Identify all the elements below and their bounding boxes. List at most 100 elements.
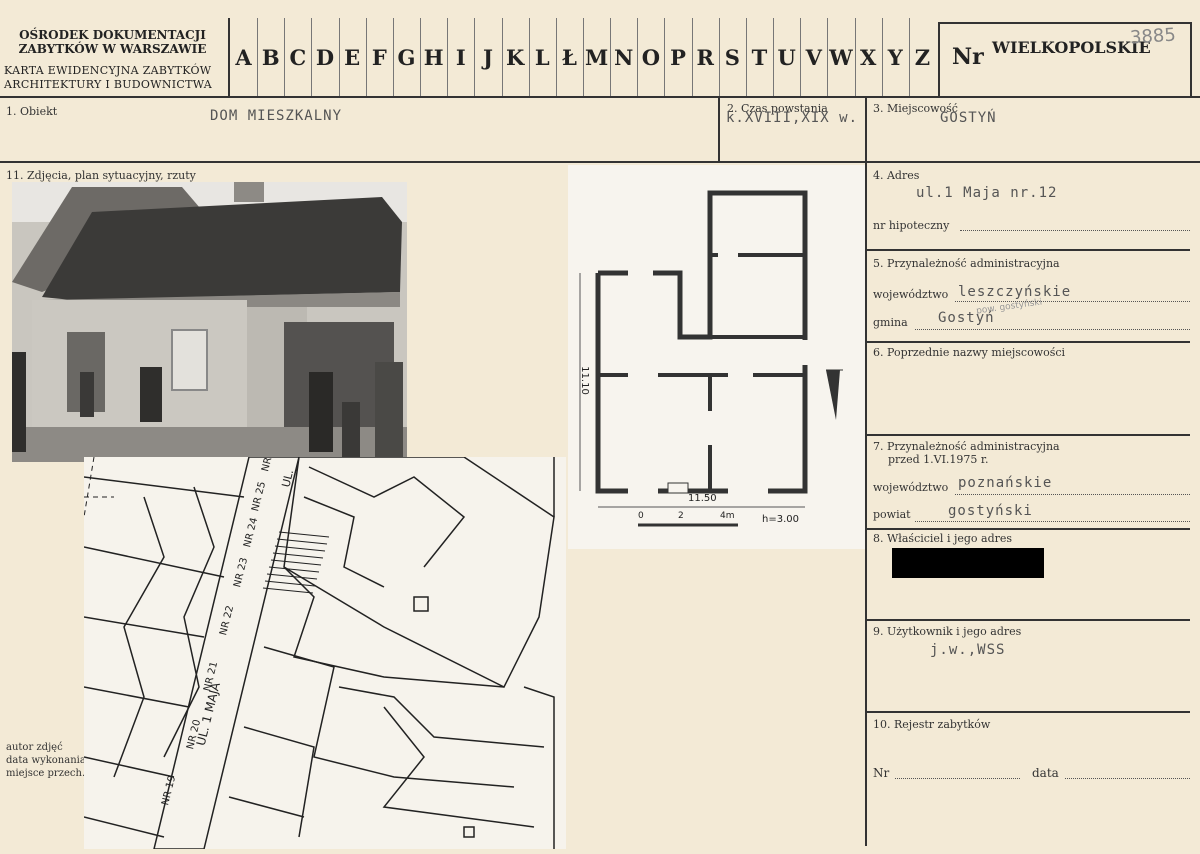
obiekt-label: 1. Obiekt: [6, 105, 58, 118]
index-letter-s: S: [724, 45, 740, 70]
index-divider: [745, 18, 747, 96]
index-letter-v: V: [805, 45, 822, 70]
index-letter-n: N: [614, 45, 634, 70]
scale-4: 4m: [720, 511, 735, 521]
index-divider: [881, 18, 883, 96]
rejestr-nr-line: [895, 778, 1020, 779]
index-letter-b: B: [261, 45, 280, 70]
gmina-label: gmina: [873, 316, 908, 329]
obiekt-value: DOM MIESZKALNY: [210, 108, 343, 124]
wojewodztwo-label: województwo: [873, 288, 949, 301]
powiat-label: powiat: [873, 508, 911, 521]
gmina-value: Gostyń: [938, 310, 995, 326]
wojewodztwo2-line: [955, 494, 1190, 495]
org-line1: OŚRODEK DOKUMENTACJI: [19, 28, 206, 42]
index-divider: [311, 18, 313, 96]
przynaleznosc-label: 5. Przynależność administracyjna: [873, 257, 1060, 270]
handwritten-number: 3885: [1129, 24, 1177, 49]
wlasciciel-label: 8. Właściciel i jego adres: [873, 532, 1013, 545]
photo-drawing: [12, 182, 407, 462]
org-line2: ZABYTKÓW W WARSZAWIE: [18, 42, 207, 57]
przed-label-1: 7. Przynależność administracyjna: [873, 440, 1060, 453]
index-letter-x: X: [859, 45, 877, 70]
wojewodztwo-line: [955, 301, 1190, 302]
index-divider: [555, 18, 557, 96]
index-letter-j: J: [482, 45, 493, 70]
index-letter-w: W: [829, 45, 853, 70]
index-letter-z: Z: [914, 45, 931, 70]
miejscowosc-value: GOSTYŃ: [940, 110, 997, 126]
card-line2: ARCHITEKTURY I BUDOWNICTWA: [4, 77, 213, 91]
index-letter-c: C: [289, 45, 307, 70]
hipoteczny-line: [960, 230, 1190, 231]
index-letter-p: P: [670, 45, 686, 70]
index-divider: [501, 18, 503, 96]
zdjecia-label: 11. Zdjęcia, plan sytuacyjny, rzuty: [6, 169, 196, 182]
index-divider: [420, 18, 422, 96]
index-divider: [908, 18, 910, 96]
index-letter-f: F: [371, 45, 387, 70]
index-divider: [827, 18, 829, 96]
miejsce-label: miejsce przech.: [6, 768, 86, 779]
scale-0: 0: [638, 511, 644, 521]
adres-label: 4. Adres: [873, 169, 920, 182]
rule-5: [865, 249, 1190, 251]
index-letter-o: O: [641, 45, 661, 70]
uzytkownik-value: j.w.,WSS: [930, 642, 1006, 658]
index-divider: [284, 18, 286, 96]
index-divider: [610, 18, 612, 96]
wojewodztwo2-label: województwo: [873, 481, 949, 494]
czas-value: k.XVIII,XIX w.: [726, 110, 859, 126]
wojewodztwo-value: leszczyńskie: [958, 284, 1072, 300]
index-divider: [474, 18, 476, 96]
index-letter-a: A: [235, 45, 252, 70]
uzytkownik-label: 9. Użytkownik i jego adres: [873, 625, 1022, 638]
index-letter-u: U: [777, 45, 796, 70]
powiat-value: gostyński: [948, 503, 1033, 519]
index-letter-t: T: [751, 45, 768, 70]
rule-9: [865, 619, 1190, 621]
index-divider: [800, 18, 802, 96]
floor-plan: 11.10 11.50 0 2 4m h=3.00: [568, 165, 865, 549]
scale-2: 2: [678, 511, 684, 521]
index-letter-e: E: [344, 45, 361, 70]
index-divider: [528, 18, 530, 96]
index-divider: [854, 18, 856, 96]
index-divider: [447, 18, 449, 96]
org-title: OŚRODEK DOKUMENTACJI ZABYTKÓW W WARSZAWI…: [0, 28, 225, 57]
index-letter-m: M: [584, 45, 609, 70]
autor-label: autor zdjęć: [6, 742, 63, 753]
card-line1: KARTA EWIDENCYJNA ZABYTKÓW: [4, 64, 212, 77]
przed-label-2: przed 1.VI.1975 r.: [888, 453, 989, 466]
rule-10: [865, 711, 1190, 713]
powiat-line: [915, 521, 1190, 522]
index-letter-i: I: [455, 45, 466, 70]
index-letter-r: R: [696, 45, 714, 70]
index-divider: [718, 18, 720, 96]
data-wykonania-label: data wykonania: [6, 755, 86, 766]
index-letter-h: H: [423, 45, 444, 70]
index-divider: [583, 18, 584, 96]
index-letter-l: L: [534, 45, 550, 70]
index-divider: [392, 18, 394, 96]
index-divider: [691, 18, 693, 96]
record-card: OŚRODEK DOKUMENTACJI ZABYTKÓW W WARSZAWI…: [0, 0, 1200, 854]
index-divider: [365, 18, 367, 96]
rule-8: [865, 528, 1190, 530]
redacted-owner: [892, 548, 1044, 578]
sep-right-column: [865, 96, 867, 846]
index-letter-g: G: [397, 45, 416, 70]
rejestr-nr-label: Nr: [873, 766, 890, 780]
index-divider: [773, 18, 775, 96]
wojewodztwo2-value: poznańskie: [958, 475, 1053, 491]
rule-7: [865, 434, 1190, 436]
building-photo: [12, 182, 407, 462]
index-letter-ł: Ł: [561, 45, 577, 70]
site-map-drawing: [84, 457, 555, 849]
index-letter-d: D: [315, 45, 335, 70]
index-letter-k: K: [505, 45, 525, 70]
rule-row1: [0, 161, 1200, 163]
nr-label: Nr: [952, 44, 984, 70]
site-map: UL. 1 MAJA UL. NR 19 NR 20 NR 21 NR 22 NR 23…: [84, 457, 566, 849]
plan-height-dimension: 11.10: [578, 366, 590, 395]
